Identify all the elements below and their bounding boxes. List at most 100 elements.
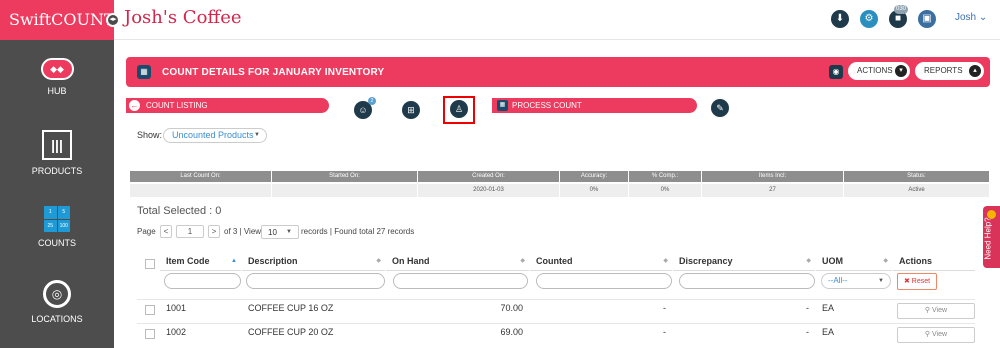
step-badge: 2 <box>368 97 376 105</box>
reset-filters-button[interactable]: ✖ Reset <box>897 273 937 290</box>
sidebar-item-label: PRODUCTS <box>31 166 83 176</box>
step-counter-icon[interactable]: ♙ <box>450 100 468 118</box>
need-help-button[interactable]: Need Help? <box>983 206 1000 268</box>
page-label: Page <box>137 227 156 236</box>
per-page-value: 10 <box>268 228 277 237</box>
page-number-input[interactable]: 1 <box>176 225 204 238</box>
summary-value: 2020-01-03 <box>418 184 559 197</box>
reset-label: Reset <box>911 278 931 285</box>
notification-badge: 030 <box>894 5 909 14</box>
view-label: View <box>932 307 948 314</box>
reports-label: REPORTS <box>924 66 963 75</box>
sort-icon: ◆ <box>376 258 381 264</box>
sort-icon: ◆ <box>883 258 888 264</box>
column-header: Actions <box>893 252 975 271</box>
user-menu[interactable]: Josh ⌄ <box>955 12 987 23</box>
cell-on-hand: 69.00 <box>500 327 523 337</box>
summary-header: Status: <box>844 171 989 182</box>
column-header-label: On Hand <box>392 256 430 266</box>
column-header[interactable]: On Hand ◆ <box>386 252 529 271</box>
sidebar-item-hub[interactable]: ◆◆ HUB <box>0 58 114 96</box>
cell-counted: - <box>663 327 666 337</box>
sidebar-item-products[interactable]: ||| PRODUCTS <box>0 130 114 176</box>
column-header-label: Counted <box>536 256 573 266</box>
uom-filter-select[interactable]: --All-- ▼ <box>821 273 891 289</box>
column-header[interactable]: Description ◆ <box>242 252 385 271</box>
sidebar-item-label: COUNTS <box>38 238 76 248</box>
location-icon: ◎ <box>43 280 71 308</box>
column-header-label: Discrepancy <box>679 256 733 266</box>
counts-tile: 25 <box>44 219 57 232</box>
caret-down-icon: ▼ <box>878 278 884 284</box>
select-all-checkbox[interactable] <box>145 259 155 269</box>
cell-description: COFFEE CUP 16 OZ <box>248 303 334 313</box>
row-checkbox[interactable] <box>145 305 155 315</box>
view-button[interactable]: ⚲ View <box>897 327 975 343</box>
tag-icon[interactable]: ✎ <box>711 99 729 117</box>
app-root: SwiftCOUNT ◂▸ Josh's Coffee ⬇ ⚙ ■ 030 ▣ … <box>0 0 1000 348</box>
item-code-filter-input[interactable] <box>164 273 241 289</box>
camera-icon[interactable]: ◉ <box>829 65 843 79</box>
actions-button[interactable]: ACTIONS ▾ <box>848 62 910 80</box>
view-button[interactable]: ⚲ View <box>897 303 975 319</box>
uom-filter-value: --All-- <box>828 276 848 285</box>
cell-description: COFFEE CUP 20 OZ <box>248 327 334 337</box>
cell-counted: - <box>663 303 666 313</box>
caret-down-icon: ▼ <box>254 132 260 138</box>
discrepancy-filter-input[interactable] <box>679 273 815 289</box>
summary-value: 0% <box>560 184 628 197</box>
show-filter-select[interactable]: Uncounted Products ▼ <box>163 128 267 143</box>
process-count-button[interactable]: ▦ PROCESS COUNT <box>492 98 697 113</box>
chevron-down-icon: ⌄ <box>978 12 988 23</box>
row-checkbox[interactable] <box>145 329 155 339</box>
cell-uom: EA <box>822 327 835 337</box>
summary-value <box>272 184 417 197</box>
sort-icon: ◆ <box>663 258 668 264</box>
column-header[interactable]: Item Code ▲ <box>160 252 241 271</box>
sort-asc-icon: ▲ <box>231 258 237 264</box>
page-of-label: of 3 | View <box>224 227 262 236</box>
on-hand-filter-input[interactable] <box>393 273 528 289</box>
column-header[interactable]: UOM ◆ <box>816 252 892 271</box>
summary-table: Last Count On: Started On: Created On: A… <box>130 171 989 200</box>
close-icon: ✖ <box>903 278 910 285</box>
sort-icon: ◆ <box>806 258 811 264</box>
sidebar-item-counts[interactable]: 1 5 25 100 COUNTS <box>0 206 114 248</box>
reports-button[interactable]: REPORTS ▴ <box>915 62 984 80</box>
prev-page-button[interactable]: < <box>160 225 172 238</box>
summary-header: % Comp.: <box>629 171 701 182</box>
sidebar-item-locations[interactable]: ◎ LOCATIONS <box>0 280 114 324</box>
barcode-icon: ||| <box>42 130 72 160</box>
summary-header: Started On: <box>272 171 417 182</box>
summary-value: 27 <box>702 184 843 197</box>
need-help-label: Need Help? <box>983 217 993 260</box>
chart-icon: ▴ <box>969 65 981 77</box>
counted-filter-input[interactable] <box>536 273 672 289</box>
sort-icon: ◆ <box>520 258 525 264</box>
count-listing-button[interactable]: ← COUNT LISTING <box>126 98 329 113</box>
grid-icon: ▦ <box>137 65 151 79</box>
counts-tile: 5 <box>57 206 70 219</box>
next-page-button[interactable]: > <box>208 225 220 238</box>
settings-icon[interactable]: ⚙ <box>860 10 878 28</box>
top-bar: SwiftCOUNT ◂▸ Josh's Coffee ⬇ ⚙ ■ 030 ▣ … <box>0 0 1000 40</box>
step-scan-icon[interactable]: ⊞ <box>402 101 420 119</box>
download-icon[interactable]: ⬇ <box>831 10 849 28</box>
save-icon[interactable]: ▣ <box>918 10 936 28</box>
description-filter-input[interactable] <box>246 273 385 289</box>
sidebar: ◆◆ HUB ||| PRODUCTS 1 5 25 100 COUNTS ◎ … <box>0 40 114 348</box>
sidebar-toggle-icon[interactable]: ◂▸ <box>106 13 120 27</box>
cell-discrepancy: - <box>806 327 809 337</box>
count-listing-label: COUNT LISTING <box>146 101 208 110</box>
column-header-label: Description <box>248 256 298 266</box>
brand-logo[interactable]: SwiftCOUNT <box>0 0 115 40</box>
page-title: COUNT DETAILS FOR JANUARY INVENTORY <box>162 67 385 78</box>
sidebar-item-label: HUB <box>47 86 67 96</box>
column-header-label: UOM <box>822 256 843 266</box>
caret-down-icon: ▼ <box>286 229 292 235</box>
summary-header: Accuracy: <box>560 171 628 182</box>
column-header[interactable]: Discrepancy ◆ <box>673 252 815 271</box>
per-page-select[interactable]: 10 ▼ <box>261 225 299 239</box>
column-header[interactable]: Counted ◆ <box>530 252 672 271</box>
sidebar-item-label: LOCATIONS <box>31 314 83 324</box>
